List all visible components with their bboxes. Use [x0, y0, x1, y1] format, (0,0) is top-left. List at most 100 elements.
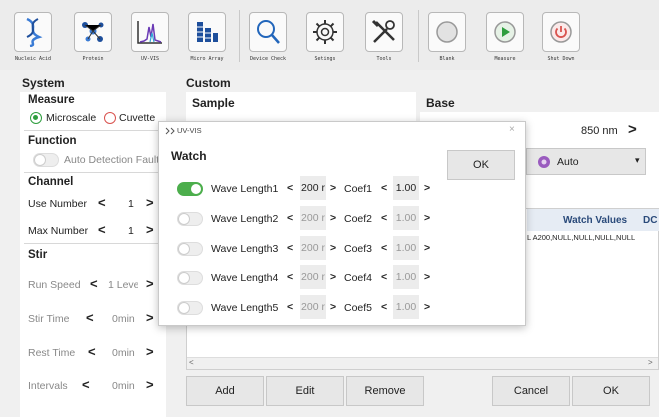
stir-title: Stir [28, 249, 48, 261]
coef-label: Coef1 [344, 183, 373, 195]
auto-label: Auto [557, 156, 579, 168]
coef-value[interactable]: 1.00 [393, 206, 419, 230]
coef-value[interactable]: 1.00 [393, 236, 419, 260]
run-speed-value[interactable]: 1 Leve [108, 279, 138, 291]
row-prefix: L [527, 233, 531, 242]
rest-time-increase[interactable]: > [146, 344, 154, 359]
wave-length-value[interactable]: 200 r [300, 295, 326, 319]
coef-increase[interactable]: > [424, 182, 430, 194]
wave-length-decrease[interactable]: < [287, 242, 293, 254]
wave-length-decrease[interactable]: < [287, 212, 293, 224]
rest-time-decrease[interactable]: < [88, 344, 96, 359]
scroll-left-icon[interactable]: < [189, 358, 194, 367]
wave-length-value[interactable]: 200 r [300, 265, 326, 289]
use-number-increase[interactable]: > [146, 195, 154, 210]
wave-length-value[interactable]: 200 r [300, 236, 326, 260]
protein-button[interactable] [74, 12, 112, 52]
base-wavelength-next[interactable]: > [628, 121, 637, 138]
tools-label: Tools [376, 56, 392, 62]
wave-length-toggle[interactable] [177, 271, 203, 285]
dna-icon [26, 17, 43, 47]
micro-array-button[interactable] [188, 12, 226, 52]
base-title: Base [426, 96, 455, 110]
table-row[interactable]: L A200,NULL,NULL,NULL,NULL [527, 233, 635, 242]
rest-time-value[interactable]: 0min [112, 347, 135, 359]
cancel-button[interactable]: Cancel [492, 376, 570, 406]
coef-value[interactable]: 1.00 [393, 176, 419, 200]
max-number-value[interactable]: 1 [128, 225, 134, 237]
coef-value[interactable]: 1.00 [393, 265, 419, 289]
edit-button[interactable]: Edit [266, 376, 344, 406]
micro-array-label: Micro Array [190, 56, 224, 62]
coef-decrease[interactable]: < [381, 301, 387, 313]
max-number-increase[interactable]: > [146, 222, 154, 237]
scroll-right-icon[interactable]: > [648, 358, 653, 367]
run-speed-decrease[interactable]: < [90, 276, 98, 291]
use-number-decrease[interactable]: < [98, 195, 106, 210]
auto-detection-label: Auto Detection Fault [64, 154, 160, 166]
remove-button[interactable]: Remove [346, 376, 424, 406]
ok-button[interactable]: OK [572, 376, 650, 406]
settings-button[interactable] [306, 12, 344, 52]
stir-time-value[interactable]: 0min [112, 313, 135, 325]
divider [24, 172, 164, 173]
dialog-ok-button[interactable]: OK [447, 150, 515, 180]
coef-increase[interactable]: > [424, 242, 430, 254]
wave-length-toggle[interactable] [177, 242, 203, 256]
shut-down-button[interactable] [542, 12, 580, 52]
close-icon[interactable]: × [509, 124, 515, 135]
run-speed-increase[interactable]: > [146, 276, 154, 291]
blank-button[interactable] [428, 12, 466, 52]
toolbar-separator [418, 10, 419, 62]
wave-length-increase[interactable]: > [330, 212, 336, 224]
wave-length-decrease[interactable]: < [287, 271, 293, 283]
wave-length-increase[interactable]: > [330, 301, 336, 313]
wave-length-toggle[interactable] [177, 182, 203, 196]
app-icon [165, 127, 175, 135]
protein-icon [82, 22, 104, 42]
microscale-radio[interactable] [30, 112, 42, 124]
wave-length-increase[interactable]: > [330, 182, 336, 194]
coef-decrease[interactable]: < [381, 242, 387, 254]
max-number-decrease[interactable]: < [98, 222, 106, 237]
wave-length-value[interactable]: 200 r [300, 206, 326, 230]
coef-value[interactable]: 1.00 [393, 295, 419, 319]
wave-length-decrease[interactable]: < [287, 182, 293, 194]
uv-vis-label: UV-VIS [140, 56, 160, 62]
cuvette-radio[interactable] [104, 112, 116, 124]
watch-values-header: Watch Values [563, 215, 628, 226]
coef-label: Coef4 [344, 272, 373, 284]
wave-length-toggle[interactable] [177, 212, 203, 226]
base-wavelength-value[interactable]: 850 nm [581, 125, 618, 137]
divider [24, 243, 164, 244]
device-check-button[interactable] [249, 12, 287, 52]
coef-decrease[interactable]: < [381, 271, 387, 283]
wave-length-value[interactable]: 200 r [300, 176, 326, 200]
auto-detection-toggle[interactable] [33, 153, 59, 167]
horizontal-scrollbar[interactable]: < > [187, 357, 658, 369]
measure-button[interactable] [486, 12, 524, 52]
coef-increase[interactable]: > [424, 301, 430, 313]
protein-label: Protein [82, 56, 104, 62]
tools-button[interactable] [365, 12, 403, 52]
wave-length-decrease[interactable]: < [287, 301, 293, 313]
nucleic-acid-button[interactable] [14, 12, 52, 52]
intervals-increase[interactable]: > [146, 377, 154, 392]
use-number-value[interactable]: 1 [128, 198, 134, 210]
coef-increase[interactable]: > [424, 212, 430, 224]
stir-time-decrease[interactable]: < [86, 310, 94, 325]
uv-vis-button[interactable] [131, 12, 169, 52]
auto-dropdown[interactable]: Auto ▾ [526, 148, 646, 175]
stir-time-increase[interactable]: > [146, 310, 154, 325]
wave-length-increase[interactable]: > [330, 271, 336, 283]
wave-length-toggle[interactable] [177, 301, 203, 315]
coef-decrease[interactable]: < [381, 182, 387, 194]
coef-increase[interactable]: > [424, 271, 430, 283]
microscale-label: Microscale [46, 112, 97, 124]
blank-label: Blank [439, 56, 455, 62]
wave-length-increase[interactable]: > [330, 242, 336, 254]
coef-decrease[interactable]: < [381, 212, 387, 224]
intervals-value[interactable]: 0min [112, 380, 135, 392]
add-button[interactable]: Add [186, 376, 264, 406]
intervals-decrease[interactable]: < [82, 377, 90, 392]
